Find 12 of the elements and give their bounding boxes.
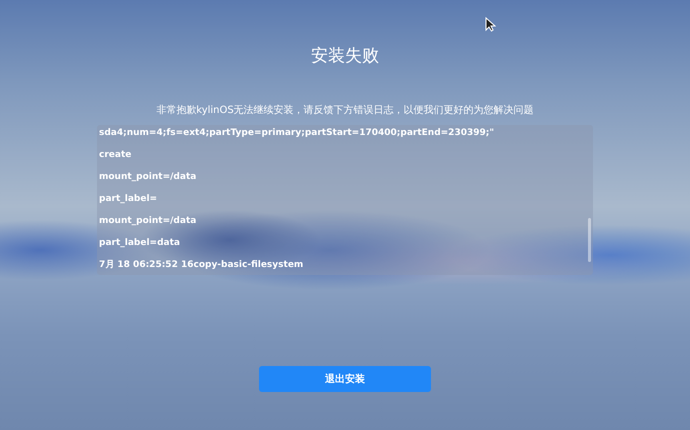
log-line: 7月 18 06:25:52 16copy-basic-filesystem [99,258,304,272]
log-line: mount_point=/data [99,171,196,184]
log-line: part_label= [99,193,158,206]
error-message: 非常抱歉kylinOS无法继续安装，请反馈下方错误日志，以便我们更好的为您解决问题 [156,104,534,118]
log-line: mount_point=/data [99,215,196,228]
scrollbar-thumb[interactable] [588,218,591,262]
log-line: part_label=data [99,237,180,250]
log-line: create [99,149,132,162]
log-line: sda4;num=4;fs=ext4;partType=primary;partStart=170400;partEnd=230399;" [99,127,494,140]
dialog-title: 安装失败 [311,45,379,68]
exit-install-button[interactable]: 退出安装 [259,366,431,392]
mouse-pointer-icon [485,17,496,32]
